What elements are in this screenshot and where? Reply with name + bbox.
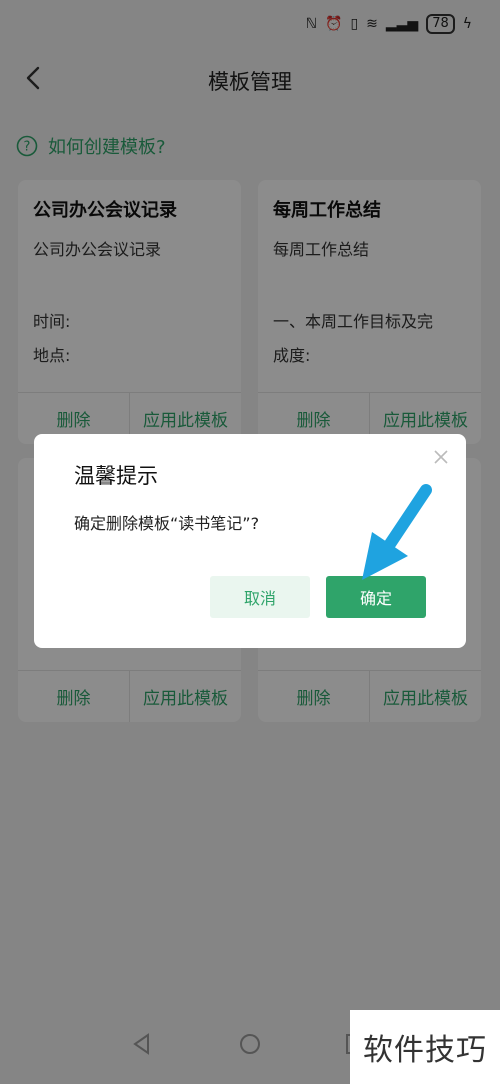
cancel-button[interactable]: 取消 (210, 576, 310, 618)
nav-back-icon[interactable] (128, 1030, 156, 1058)
dialog-title: 温馨提示 (74, 464, 158, 488)
nav-home-icon[interactable] (236, 1030, 264, 1058)
dialog-message: 确定删除模板“读书笔记”? (74, 514, 260, 533)
watermark: 软件技巧 (350, 1010, 500, 1084)
pointer-arrow-icon (362, 484, 432, 580)
close-icon[interactable] (430, 446, 452, 468)
